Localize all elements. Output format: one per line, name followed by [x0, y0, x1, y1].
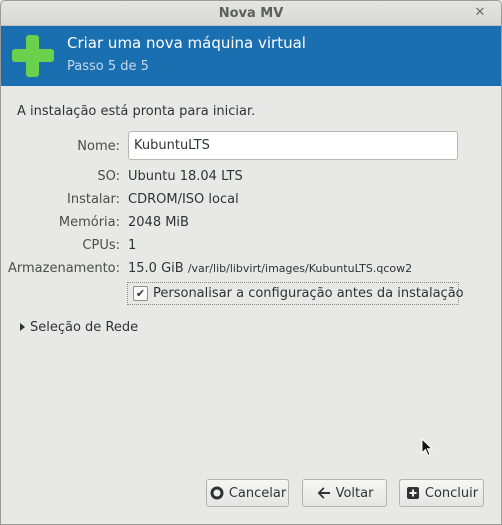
checkmark-icon: ✔ [133, 286, 148, 301]
storage-label: Armazenamento: [8, 261, 120, 276]
finish-label: Concluir [424, 485, 479, 501]
back-button[interactable]: Voltar [302, 479, 387, 507]
wizard-header: Criar uma nova máquina virtual Passo 5 d… [1, 26, 501, 86]
back-label: Voltar [335, 485, 374, 501]
customize-label: Personalisar a configuração antes da ins… [153, 286, 464, 301]
os-label: SO: [97, 169, 120, 184]
add-box-icon [406, 487, 419, 499]
storage-value: 15.0 GiB /var/lib/libvirt/images/Kubuntu… [128, 261, 412, 276]
cancel-label: Cancelar [228, 485, 287, 501]
cancel-icon [210, 486, 224, 500]
window-title: Nova MV [218, 6, 284, 21]
memory-value: 2048 MiB [128, 215, 189, 230]
install-value: CDROM/ISO local [128, 192, 239, 207]
name-input[interactable] [128, 131, 458, 160]
name-label: Nome: [77, 139, 120, 154]
close-icon: ✕ [474, 5, 486, 20]
install-label: Instalar: [67, 192, 120, 207]
wizard-title: Criar uma nova máquina virtual [67, 34, 306, 52]
expander-arrow-icon [20, 323, 25, 331]
cpus-value: 1 [128, 238, 137, 253]
memory-label: Memória: [58, 215, 120, 230]
customize-before-install-checkbox[interactable]: ✔ Personalisar a configuração antes da i… [127, 282, 464, 305]
cpus-label: CPUs: [82, 238, 120, 253]
network-selection-label: Seleção de Rede [30, 320, 139, 335]
close-button[interactable]: ✕ [471, 4, 489, 22]
os-value: Ubuntu 18.04 LTS [128, 169, 243, 184]
finish-button[interactable]: Concluir [399, 479, 484, 507]
new-vm-dialog: Nova MV ✕ Criar uma nova máquina virtual… [0, 0, 502, 525]
ready-message: A instalação está pronta para iniciar. [17, 104, 256, 119]
back-arrow-icon [317, 487, 330, 499]
cancel-button[interactable]: Cancelar [206, 479, 289, 507]
mouse-cursor-icon [421, 438, 434, 457]
storage-path: /var/lib/libvirt/images/KubuntuLTS.qcow2 [187, 262, 413, 275]
plus-icon [12, 35, 54, 77]
storage-size: 15.0 GiB [128, 261, 184, 276]
title-bar[interactable]: Nova MV ✕ [1, 1, 501, 26]
network-selection-expander[interactable]: Seleção de Rede [20, 320, 138, 335]
wizard-step: Passo 5 de 5 [67, 59, 149, 74]
